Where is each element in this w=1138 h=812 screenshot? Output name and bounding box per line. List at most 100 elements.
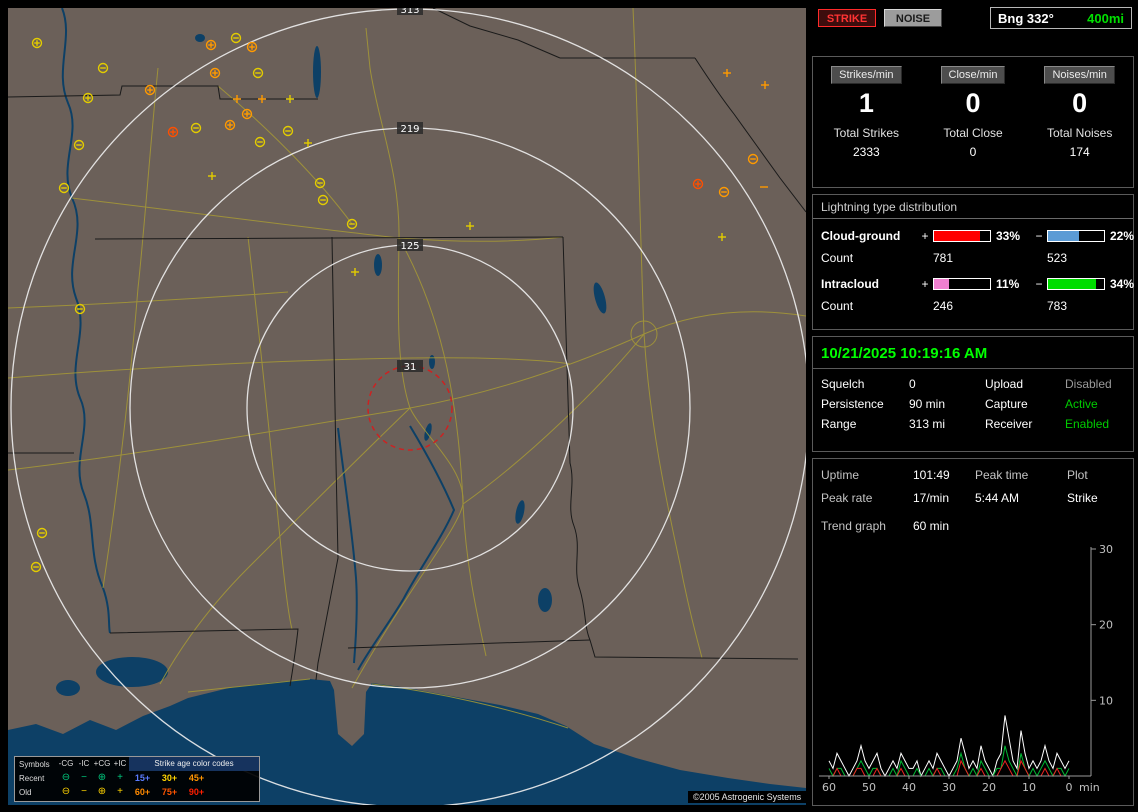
total-close-label: Total Close <box>920 126 1027 140</box>
total-noises-value: 174 <box>1026 145 1133 159</box>
distribution-group: Lightning type distribution Cloud-ground… <box>812 194 1134 330</box>
stats-group: Uptime 101:49 Peak time Plot Peak rate 1… <box>812 458 1134 806</box>
svg-text:30: 30 <box>942 781 956 794</box>
stats-row: Peak rate 17/min 5:44 AM Strike <box>813 488 1133 508</box>
noises-per-min-button[interactable]: Noises/min <box>1044 66 1114 84</box>
trend-row: Trend graph 60 min <box>813 516 1133 536</box>
legend-recent-label: Recent <box>15 774 57 783</box>
count-label: Count <box>821 251 917 265</box>
svg-text:10: 10 <box>1099 694 1113 707</box>
plot-value: Strike <box>1067 491 1135 505</box>
range-label: Range <box>821 417 909 431</box>
map-area[interactable]: 313 219 125 31 Symbols -CG -IC +CG +IC Stri… <box>8 8 806 805</box>
plus-icon: + <box>111 771 129 785</box>
intracloud-count-row: Count 246 783 <box>813 297 1133 315</box>
stats-row: Uptime 101:49 Peak time Plot <box>813 465 1133 485</box>
plus-icon: + <box>111 785 129 799</box>
bearing-range-value: 400mi <box>1087 11 1124 26</box>
close-per-min-button[interactable]: Close/min <box>941 66 1006 84</box>
counters-group: Strikes/min 1 Total Strikes 2333 Close/m… <box>812 56 1134 188</box>
close-column: Close/min 0 Total Close 0 <box>920 57 1027 187</box>
circle-plus-icon: ⊕ <box>93 785 111 799</box>
strikes-column: Strikes/min 1 Total Strikes 2333 <box>813 57 920 187</box>
squelch-value: 0 <box>909 377 985 391</box>
capture-label: Capture <box>985 397 1065 411</box>
svg-text:125: 125 <box>400 241 419 252</box>
uptime-label: Uptime <box>821 468 913 482</box>
cg-positive-count: 781 <box>933 251 991 265</box>
svg-text:10: 10 <box>1022 781 1036 794</box>
svg-text:30: 30 <box>1099 543 1113 556</box>
status-row: Persistence 90 min Capture Active <box>813 394 1133 414</box>
receiver-value: Enabled <box>1065 417 1135 431</box>
minus-sign: − <box>1031 229 1047 243</box>
ic-negative-pct: 34% <box>1105 277 1138 291</box>
strike-mode-button[interactable]: STRIKE <box>818 9 876 27</box>
count-label: Count <box>821 299 917 313</box>
circle-minus-icon: ⊖ <box>57 785 75 799</box>
age-30: 30+ <box>156 773 183 783</box>
svg-text:20: 20 <box>982 781 996 794</box>
total-strikes-value: 2333 <box>813 145 920 159</box>
lightning-map[interactable]: 313 219 125 31 <box>8 8 806 805</box>
svg-text:31: 31 <box>404 362 417 373</box>
uptime-value: 101:49 <box>913 468 975 482</box>
age-15: 15+ <box>129 773 156 783</box>
peak-rate-value: 17/min <box>913 491 975 505</box>
legend-col-neg-cg: -CG <box>57 757 75 771</box>
persistence-label: Persistence <box>821 397 909 411</box>
plus-sign: + <box>917 229 933 243</box>
svg-text:0: 0 <box>1066 781 1073 794</box>
trend-window-value: 60 min <box>913 519 975 533</box>
circle-minus-icon: ⊖ <box>57 771 75 785</box>
svg-text:219: 219 <box>400 124 419 135</box>
capture-value: Active <box>1065 397 1135 411</box>
status-group: 10/21/2025 10:19:16 AM Squelch 0 Upload … <box>812 336 1134 452</box>
total-noises-label: Total Noises <box>1026 126 1133 140</box>
legend-row-old: Old ⊖ − ⊕ + 60+ 75+ 90+ <box>15 785 259 799</box>
ic-negative-bar <box>1047 278 1105 290</box>
minus-icon: − <box>75 785 93 799</box>
map-legend: Symbols -CG -IC +CG +IC Strike age color… <box>14 756 260 802</box>
cloud-ground-label: Cloud-ground <box>821 229 917 243</box>
age-90: 90+ <box>183 787 210 797</box>
circle-plus-icon: ⊕ <box>93 771 111 785</box>
persistence-value: 90 min <box>909 397 985 411</box>
trend-plot-area: 10 20 30 60 50 40 30 20 10 0 min <box>822 543 1113 794</box>
bearing-readout: Bng 332° 400mi <box>990 7 1132 29</box>
plus-sign: + <box>917 277 933 291</box>
legend-col-pos-ic: +IC <box>111 757 129 771</box>
age-45: 45+ <box>183 773 210 783</box>
minus-icon: − <box>75 771 93 785</box>
squelch-label: Squelch <box>821 377 909 391</box>
intracloud-label: Intracloud <box>821 277 917 291</box>
svg-text:20: 20 <box>1099 619 1113 632</box>
ic-negative-count: 783 <box>1047 299 1105 313</box>
ic-positive-pct: 11% <box>991 277 1031 291</box>
bearing-value: Bng 332° <box>998 11 1054 26</box>
peak-time-label: Peak time <box>975 468 1067 482</box>
cg-negative-bar <box>1047 230 1105 242</box>
close-per-min-value: 0 <box>920 88 1027 119</box>
minus-sign: − <box>1031 277 1047 291</box>
trend-graph-label: Trend graph <box>821 519 913 533</box>
noise-mode-button[interactable]: NOISE <box>884 9 942 27</box>
upload-value: Disabled <box>1065 377 1135 391</box>
legend-col-pos-cg: +CG <box>93 757 111 771</box>
svg-text:50: 50 <box>862 781 876 794</box>
cg-positive-bar <box>933 230 991 242</box>
noises-per-min-value: 0 <box>1026 88 1133 119</box>
legend-age-title: Strike age color codes <box>129 757 259 771</box>
strikes-per-min-button[interactable]: Strikes/min <box>831 66 901 84</box>
plot-label: Plot <box>1067 468 1135 482</box>
ic-positive-bar <box>933 278 991 290</box>
status-row: Range 313 mi Receiver Enabled <box>813 414 1133 434</box>
cg-positive-pct: 33% <box>991 229 1031 243</box>
svg-text:60: 60 <box>822 781 836 794</box>
peak-rate-label: Peak rate <box>821 491 913 505</box>
cloud-ground-count-row: Count 781 523 <box>813 249 1133 267</box>
peak-time-value: 5:44 AM <box>975 491 1067 505</box>
svg-text:313: 313 <box>400 8 419 16</box>
svg-text:min: min <box>1079 781 1100 794</box>
svg-text:40: 40 <box>902 781 916 794</box>
